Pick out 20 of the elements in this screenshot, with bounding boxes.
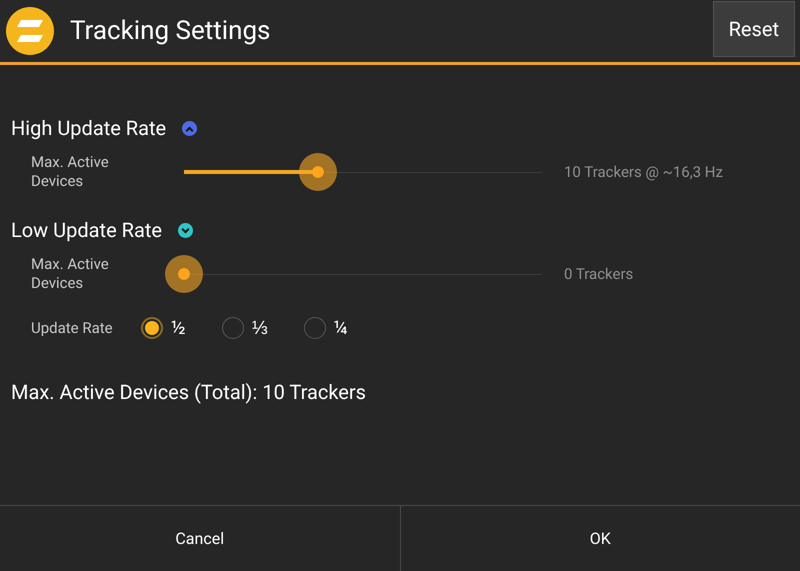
radio-option[interactable]: ½ — [141, 314, 186, 342]
ok-button[interactable]: OK — [400, 506, 800, 571]
section-title: High Update Rate — [11, 115, 166, 142]
reset-button[interactable]: Reset — [712, 1, 795, 57]
slider-thumb[interactable] — [165, 255, 203, 293]
slider-value: 10 Trackers @ ~16,3 Hz — [564, 162, 723, 183]
slider-value: 0 Trackers — [564, 264, 634, 285]
cancel-button[interactable]: Cancel — [0, 506, 400, 571]
radio-label: Update Rate — [30, 318, 114, 339]
window-title: Tracking Settings — [70, 14, 270, 48]
total-label: Max. Active Devices (Total): 10 Trackers — [10, 379, 367, 406]
radio-option[interactable]: ⅓ — [222, 314, 268, 342]
slider-thumb[interactable] — [298, 153, 337, 191]
section-title: Low Update Rate — [11, 217, 162, 244]
radio-option[interactable]: ¼ — [304, 314, 348, 342]
slider-label: Max. Active Devices — [31, 153, 110, 191]
logo-icon — [5, 6, 55, 56]
chevron-up-icon[interactable] — [182, 120, 198, 136]
chevron-down-icon[interactable] — [178, 222, 193, 238]
slider-label: Max. Active Devices — [31, 255, 110, 293]
